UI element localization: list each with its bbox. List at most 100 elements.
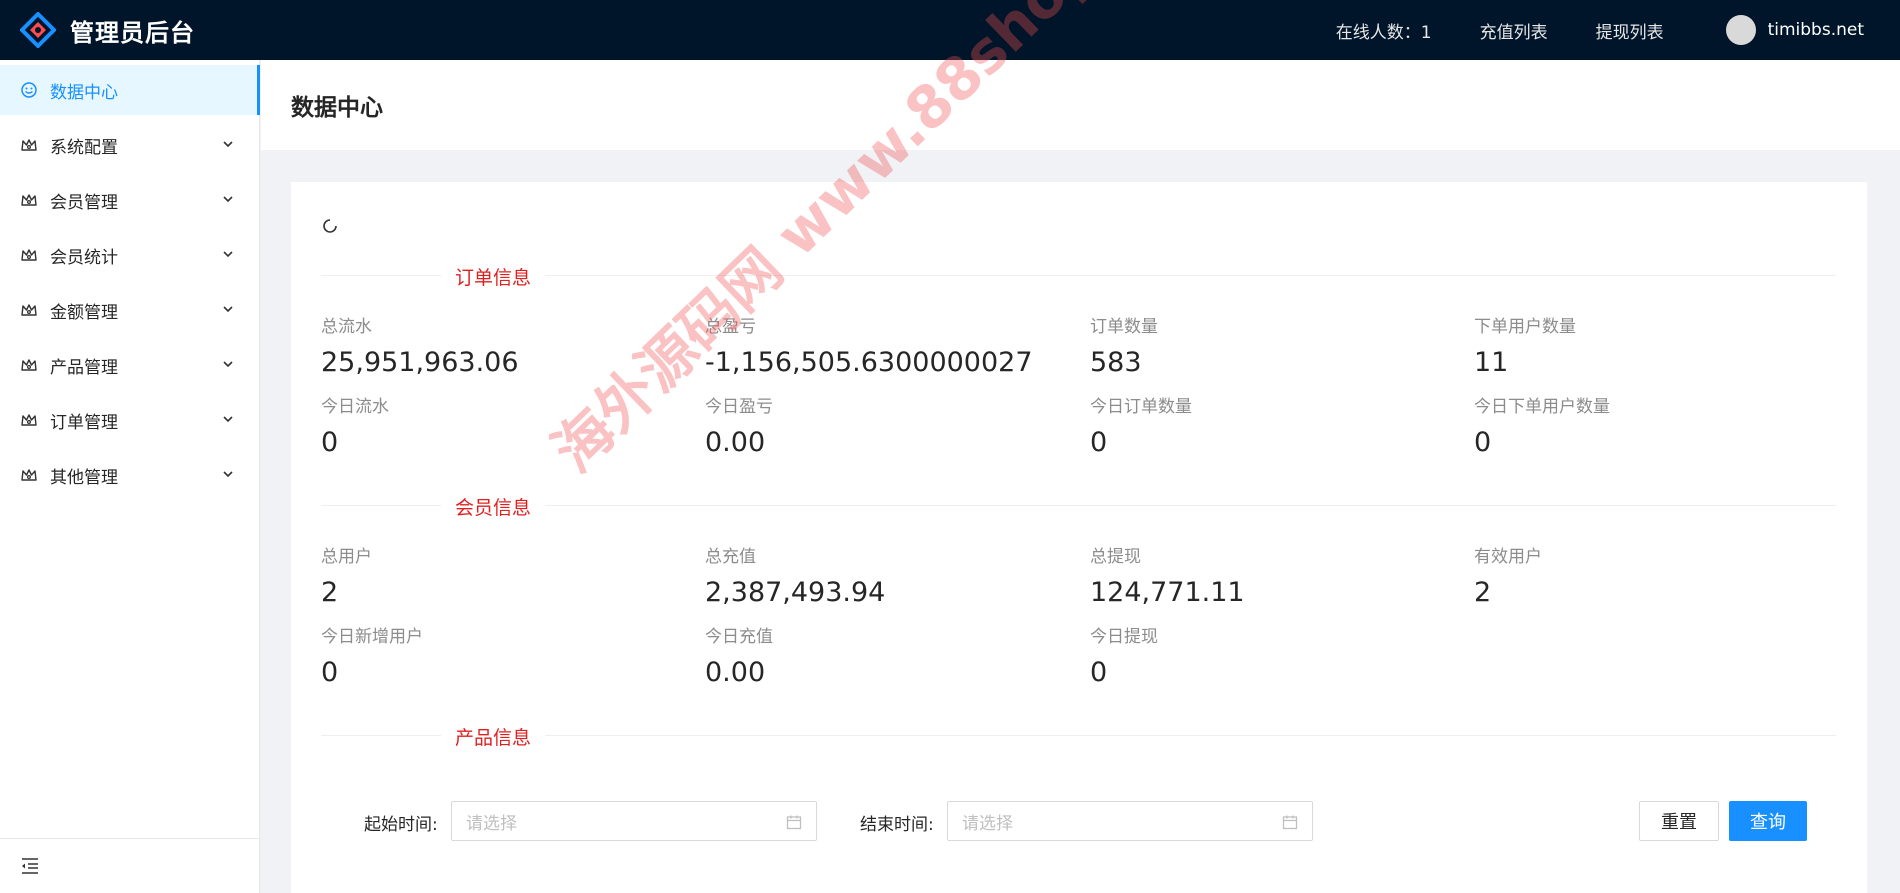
stat-value: 25,951,963.06 [321,347,519,378]
stat-label: 订单数量 [1090,317,1158,337]
top-header: 管理员后台 在线人数：1 充值列表 提现列表 timibbs.net [0,0,1900,60]
sidebar-item-label: 会员统计 [50,247,118,268]
crown-icon [21,304,37,316]
sidebar-item-data-center[interactable]: 数据中心 [0,65,260,115]
section-title-product: 产品信息 [441,723,546,750]
start-time-label: 起始时间: [364,815,438,835]
stat-label: 总流水 [321,317,372,337]
app-title: 管理员后台 [70,18,195,47]
reset-button[interactable]: 重置 [1639,801,1719,841]
sidebar-item-other-management[interactable]: 其他管理 [0,450,259,500]
calendar-icon [1282,815,1298,830]
stat-value: -1,156,505.6300000027 [705,347,1033,378]
sidebar-item-label: 金额管理 [50,302,118,323]
sidebar-item-product-management[interactable]: 产品管理 [0,340,259,390]
stat-today-new-users: 今日新增用户 0 [321,622,423,688]
sidebar-item-label: 系统配置 [50,137,118,158]
sidebar-item-system-config[interactable]: 系统配置 [0,120,259,170]
start-time-placeholder: 请选择 [466,813,517,834]
section-title-member: 会员信息 [441,493,546,520]
stat-label: 今日盈亏 [705,397,773,417]
stat-total-flow: 总流水 25,951,963.06 [321,312,519,378]
stat-label: 今日提现 [1090,627,1158,647]
query-button[interactable]: 查询 [1729,801,1807,841]
dashboard-card: 订单信息 总流水 25,951,963.06 总盈亏 -1,156,505.63… [291,182,1867,893]
stat-active-users: 有效用户 2 [1474,542,1542,608]
stat-value: 2 [1474,577,1492,608]
stat-label: 总盈亏 [705,317,756,337]
menu-fold-icon[interactable] [20,857,40,875]
sidebar-item-label: 会员管理 [50,192,118,213]
stat-label: 今日下单用户数量 [1474,397,1610,417]
page-header: 数据中心 [261,60,1900,150]
stat-total-users: 总用户 2 [321,542,372,608]
stat-value: 124,771.11 [1090,577,1245,608]
sidebar: 数据中心 系统配置 会员管理 会员统计 金额管理 产品管理 订单管理 其他管理 [0,60,260,893]
sidebar-item-member-management[interactable]: 会员管理 [0,175,259,225]
chevron-down-icon [223,361,233,368]
sidebar-item-label: 数据中心 [50,82,118,103]
stat-label: 今日新增用户 [321,627,423,647]
stat-today-flow: 今日流水 0 [321,392,389,458]
stat-value: 2 [321,577,339,608]
stat-today-recharge: 今日充值 0.00 [705,622,773,688]
stat-value: 0 [321,657,339,688]
chevron-down-icon [223,471,233,478]
stat-label: 有效用户 [1474,547,1542,567]
smile-icon [21,82,37,98]
section-title-order: 订单信息 [441,263,546,290]
sidebar-item-label: 产品管理 [50,357,118,378]
avatar[interactable] [1725,15,1756,45]
crown-icon [21,194,37,206]
end-time-input[interactable]: 请选择 [947,801,1313,841]
start-time-input[interactable]: 请选择 [451,801,817,841]
stat-label: 总用户 [321,547,372,567]
stat-order-users: 下单用户数量 11 [1474,312,1576,378]
sidebar-item-member-stats[interactable]: 会员统计 [0,230,259,280]
stat-total-profit: 总盈亏 -1,156,505.6300000027 [705,312,1033,378]
stat-today-withdraw: 今日提现 0 [1090,622,1158,688]
crown-icon [21,359,37,371]
chevron-down-icon [223,251,233,258]
stat-value: 0 [1474,427,1492,458]
crown-icon [21,414,37,426]
recharge-list-link[interactable]: 充值列表 [1480,18,1548,43]
stat-value: 0 [1090,657,1108,688]
header-nav: 在线人数：1 充值列表 提现列表 timibbs.net [1336,15,1880,45]
stat-value: 583 [1090,347,1142,378]
stat-label: 今日充值 [705,627,773,647]
section-divider: 产品信息 [321,723,1836,750]
crown-icon [21,249,37,261]
crown-icon [21,469,37,481]
chevron-down-icon [223,196,233,203]
end-time-label: 结束时间: [860,815,934,835]
user-menu[interactable]: timibbs.net [1725,15,1880,45]
section-divider: 订单信息 [321,263,1836,290]
chevron-down-icon [223,141,233,148]
stat-value: 0 [321,427,339,458]
username[interactable]: timibbs.net [1768,20,1864,40]
stat-today-profit: 今日盈亏 0.00 [705,392,773,458]
stat-total-withdraw: 总提现 124,771.11 [1090,542,1245,608]
online-count: 在线人数：1 [1335,22,1432,43]
sidebar-item-amount-management[interactable]: 金额管理 [0,285,259,335]
chevron-down-icon [223,416,233,423]
stat-today-order-users: 今日下单用户数量 0 [1474,392,1610,458]
calendar-icon [786,815,802,830]
stat-total-recharge: 总充值 2,387,493.94 [705,542,885,608]
page-title: 数据中心 [291,95,383,121]
stat-label: 今日流水 [321,397,389,417]
logo: 管理员后台 [20,12,195,48]
crown-icon [21,139,37,151]
sidebar-item-label: 订单管理 [50,412,118,433]
sidebar-item-label: 其他管理 [50,467,118,488]
sidebar-item-order-management[interactable]: 订单管理 [0,395,259,445]
stat-value: 0.00 [705,657,766,688]
withdraw-list-link[interactable]: 提现列表 [1596,18,1664,43]
stat-order-count: 订单数量 583 [1090,312,1158,378]
stat-value: 2,387,493.94 [705,577,886,608]
chevron-down-icon [223,306,233,313]
loading-icon [323,219,337,233]
end-time-placeholder: 请选择 [962,813,1013,834]
sidebar-collapse-bar [0,838,259,893]
